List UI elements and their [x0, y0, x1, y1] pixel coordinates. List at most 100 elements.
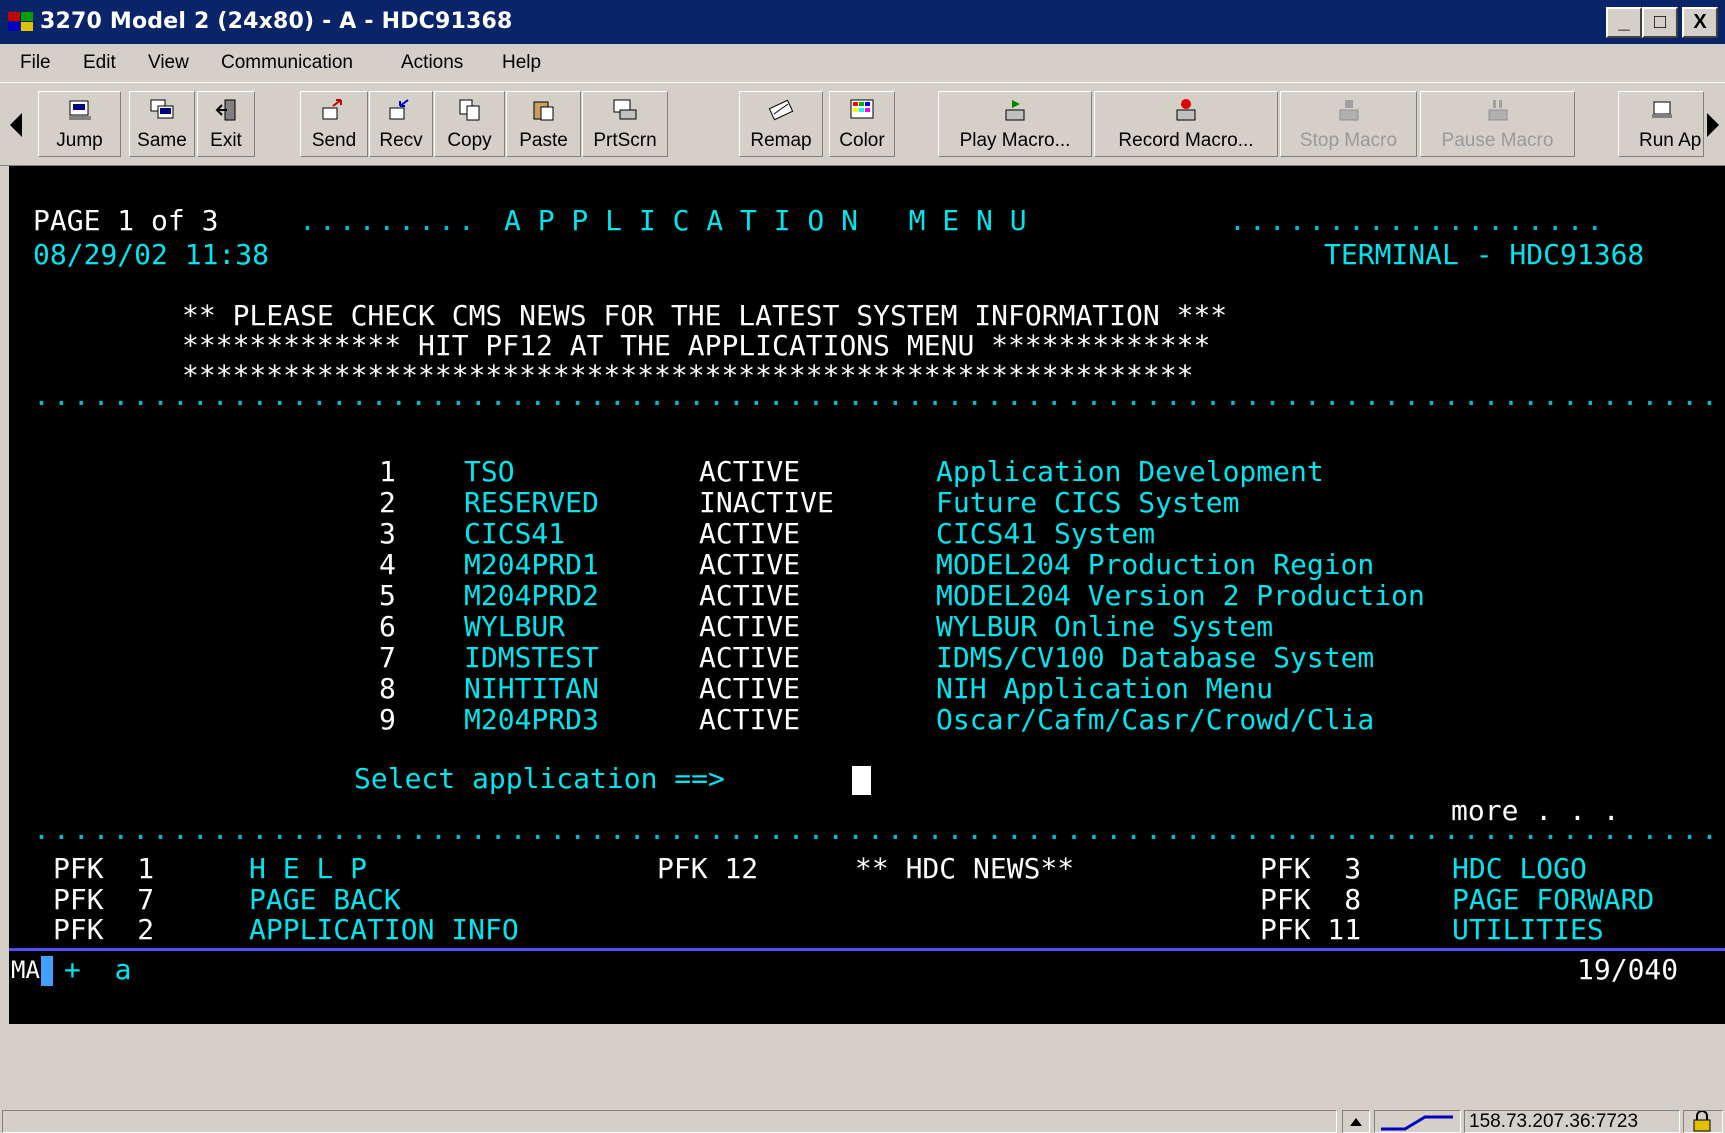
- color-icon: [850, 99, 874, 119]
- app-description: NIH Application Menu: [936, 672, 1274, 705]
- screen-datetime: 08/29/02 11:38: [33, 238, 270, 271]
- app-number: 2: [379, 486, 396, 519]
- up-arrow-icon: [1350, 1118, 1362, 1126]
- oia-status: + a: [64, 953, 132, 986]
- host-address: 158.73.207.36:7723: [1464, 1110, 1680, 1133]
- app-name: WYLBUR: [464, 610, 566, 643]
- app-name: M204PRD2: [464, 579, 599, 612]
- toolbar-scroll-right-icon[interactable]: [1705, 111, 1721, 139]
- run-app-button[interactable]: Run Ap: [1618, 91, 1704, 157]
- pfkey-2-label: APPLICATION INFO: [249, 913, 519, 946]
- app-name: TSO: [464, 455, 515, 488]
- separator-bottom: ........................................…: [33, 813, 1725, 846]
- menu-file[interactable]: File: [20, 44, 51, 82]
- terminal-app-icon: [8, 12, 33, 31]
- app-description: Application Development: [936, 455, 1324, 488]
- app-description: Future CICS System: [936, 486, 1240, 519]
- stop-macro-icon: [1339, 100, 1358, 121]
- menu-edit[interactable]: Edit: [83, 44, 116, 82]
- app-status: INACTIVE: [699, 486, 834, 519]
- app-status: ACTIVE: [699, 517, 801, 550]
- app-name: RESERVED: [464, 486, 599, 519]
- remap-icon: [768, 99, 794, 121]
- app-description: Oscar/Cafm/Casr/Crowd/Clia: [936, 703, 1375, 736]
- toolbar-scroll-left-icon[interactable]: [8, 111, 24, 139]
- app-number: 7: [379, 641, 396, 674]
- app-name: CICS41: [464, 517, 566, 550]
- pfkey-8-label: PAGE FORWARD: [1452, 883, 1655, 916]
- application-input-field[interactable]: [852, 766, 871, 795]
- app-status: ACTIVE: [699, 672, 801, 705]
- title-bar: 3270 Model 2 (24x80) - A - HDC91368 _ □ …: [0, 0, 1725, 44]
- send-button[interactable]: Send: [300, 91, 368, 157]
- app-description: MODEL204 Production Region: [936, 548, 1375, 581]
- app-description: WYLBUR Online System: [936, 610, 1274, 643]
- pfkey-7: PFK 7: [53, 883, 155, 916]
- play-macro-icon: [1005, 100, 1025, 121]
- play-macro-button[interactable]: Play Macro...: [938, 91, 1092, 157]
- app-status: ACTIVE: [699, 579, 801, 612]
- record-macro-icon: [1176, 99, 1196, 121]
- pfkey-2: PFK 2: [53, 913, 155, 946]
- color-button[interactable]: Color: [829, 91, 895, 157]
- separator-top: ........................................…: [33, 379, 1725, 412]
- menu-actions[interactable]: Actions: [401, 44, 463, 82]
- exit-icon: [215, 99, 236, 121]
- paste-icon: [533, 101, 553, 121]
- toolbar: Jump Same Exit Send Recv Copy Paste PrtS…: [0, 82, 1725, 166]
- pfkey-11-label: UTILITIES: [1452, 913, 1604, 946]
- pfkey-3-label: HDC LOGO: [1452, 852, 1587, 885]
- same-button[interactable]: Same: [129, 91, 195, 157]
- copy-icon: [459, 99, 479, 121]
- menu-bar: File Edit View Communication Actions Hel…: [0, 44, 1725, 82]
- app-status: ACTIVE: [699, 610, 801, 643]
- receive-icon: [389, 99, 409, 120]
- app-status: ACTIVE: [699, 455, 801, 488]
- close-button[interactable]: X: [1682, 7, 1718, 38]
- recv-button[interactable]: Recv: [369, 91, 433, 157]
- app-description: IDMS/CV100 Database System: [936, 641, 1375, 674]
- jump-button[interactable]: Jump: [38, 91, 121, 157]
- connection-icon: [1381, 1115, 1453, 1131]
- run-app-icon: [1652, 101, 1672, 118]
- notice-line-2: ************* HIT PF12 AT THE APPLICATIO…: [182, 329, 1211, 362]
- header-dots-left: .........: [299, 204, 478, 237]
- terminal-screen[interactable]: PAGE 1 of 3 ......... A P P L I C A T I …: [9, 166, 1725, 1024]
- app-status: ACTIVE: [699, 641, 801, 674]
- menu-communication[interactable]: Communication: [221, 44, 353, 82]
- jump-icon: [68, 100, 91, 120]
- record-macro-button[interactable]: Record Macro...: [1094, 91, 1278, 157]
- app-number: 9: [379, 703, 396, 736]
- oia-cursor: [41, 956, 53, 986]
- copy-button[interactable]: Copy: [434, 91, 505, 157]
- prtscrn-button[interactable]: PrtScrn: [582, 91, 668, 157]
- menu-view[interactable]: View: [148, 44, 189, 82]
- app-status: ACTIVE: [699, 548, 801, 581]
- menu-help[interactable]: Help: [502, 44, 541, 82]
- status-bar: 158.73.207.36:7723: [0, 1024, 1725, 1133]
- remap-button[interactable]: Remap: [739, 91, 823, 157]
- pfkey-7-label: PAGE BACK: [249, 883, 401, 916]
- pause-macro-button[interactable]: Pause Macro: [1420, 91, 1575, 157]
- lock-status: [1683, 1110, 1723, 1133]
- status-message: [2, 1110, 1337, 1133]
- page-indicator: PAGE 1 of 3: [33, 204, 219, 237]
- header-dots-right: ...................: [1229, 204, 1607, 237]
- pfkey-8: PFK 8: [1260, 883, 1362, 916]
- stop-macro-button[interactable]: Stop Macro: [1280, 91, 1417, 157]
- lock-icon: [1693, 1111, 1711, 1132]
- minimize-button[interactable]: _: [1606, 7, 1642, 38]
- app-number: 1: [379, 455, 396, 488]
- cursor-position: 19/040: [1577, 953, 1679, 986]
- status-scroll-up[interactable]: [1342, 1110, 1370, 1133]
- send-icon: [322, 99, 342, 120]
- paste-button[interactable]: Paste: [506, 91, 581, 157]
- pfkey-12: PFK 12: [657, 852, 759, 885]
- window-title: 3270 Model 2 (24x80) - A - HDC91368: [40, 9, 513, 34]
- oia-mode: MA: [11, 956, 40, 984]
- app-number: 4: [379, 548, 396, 581]
- exit-button[interactable]: Exit: [197, 91, 255, 157]
- pfkey-11: PFK 11: [1260, 913, 1362, 946]
- app-name: M204PRD3: [464, 703, 599, 736]
- maximize-button[interactable]: □: [1642, 7, 1678, 38]
